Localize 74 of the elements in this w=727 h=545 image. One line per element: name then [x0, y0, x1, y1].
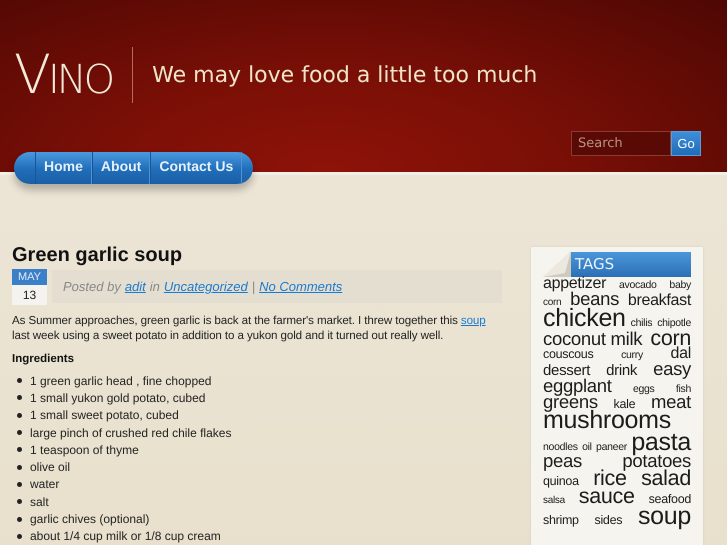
tag-link[interactable]: eggs: [632, 385, 655, 394]
page-curl-icon: [543, 251, 571, 277]
nav-link[interactable]: Home: [35, 152, 92, 184]
tag-link[interactable]: soup: [638, 506, 691, 528]
tag-link[interactable]: dal: [670, 347, 691, 362]
tag-link[interactable]: paneer: [596, 442, 627, 452]
intro-paragraph: As Summer approaches, green garlic is back at the farmer's market. I threw together this soup last week using a sweet potato in addition to a yukon gold and it turned out really well.: [12, 313, 487, 343]
bullet-icon: [17, 430, 22, 436]
nav-link[interactable]: Contact Us: [150, 152, 242, 184]
date-month: MAY: [12, 269, 47, 285]
meta-text: in: [150, 279, 160, 294]
tag-link[interactable]: peas: [543, 453, 582, 469]
ingredient-item: large pinch of crushed red chile flakes: [30, 426, 232, 440]
tag-link[interactable]: fish: [676, 385, 691, 394]
tag-link[interactable]: salad: [641, 468, 691, 488]
bullet-icon: [17, 447, 22, 452]
bullet-icon: [17, 516, 22, 522]
tag-link[interactable]: coconut milk: [543, 331, 642, 347]
ingredient-item: salt: [30, 494, 49, 509]
tag-link[interactable]: appetizer: [543, 277, 606, 291]
meta-text: Posted by: [63, 279, 121, 294]
tag-link[interactable]: corn: [543, 298, 562, 308]
tag-link[interactable]: mushrooms: [543, 410, 671, 432]
ingredient-item: 1 small yukon gold potato, cubed: [30, 390, 206, 405]
tag-link[interactable]: corn: [650, 329, 691, 348]
tag-link[interactable]: curry: [621, 351, 643, 360]
tag-link[interactable]: easy: [653, 361, 691, 378]
site-tagline: We may love food a little too much: [151, 62, 538, 88]
bullet-icon: [17, 534, 22, 539]
tag-link[interactable]: dessert: [543, 365, 590, 378]
date-day: 13: [12, 285, 47, 305]
bullet-icon: [17, 482, 22, 487]
tag-link[interactable]: shrimp: [543, 515, 579, 526]
widget-title: TAGS: [571, 252, 691, 277]
meta-separator: |: [252, 279, 256, 294]
nav-link[interactable]: About: [92, 152, 150, 184]
tag-link[interactable]: sides: [594, 515, 622, 526]
tag-link[interactable]: quinoa: [543, 476, 579, 487]
tag-link[interactable]: meat: [651, 394, 691, 410]
ingredient-item: 1 green garlic head , fine chopped: [30, 374, 212, 388]
tag-link[interactable]: breakfast: [628, 294, 691, 308]
tag-link[interactable]: chilis: [630, 318, 652, 328]
go-button[interactable]: Go: [671, 131, 701, 156]
bullet-icon: [17, 464, 22, 470]
ingredient-item: garlic chives (optional): [30, 512, 150, 526]
ingredient-item: water: [30, 477, 60, 492]
tag-link[interactable]: salsa: [543, 497, 565, 506]
ingredient-item: 1 small sweet potato, cubed: [30, 408, 179, 422]
tag-link[interactable]: beans: [570, 290, 620, 307]
bullet-icon: [17, 378, 22, 384]
search-field[interactable]: Search: [571, 131, 671, 156]
tag-link[interactable]: drink: [606, 365, 638, 378]
ingredient-item: olive oil: [30, 460, 70, 474]
tag-link[interactable]: pasta: [631, 432, 691, 454]
site-logo[interactable]: VINO: [14, 47, 134, 103]
tag-link[interactable]: chipotle: [657, 318, 691, 328]
post-title[interactable]: Green garlic soup: [12, 243, 182, 267]
tag-link[interactable]: eggplant: [543, 378, 612, 394]
tag-link[interactable]: rice: [593, 468, 627, 488]
bullet-icon: [17, 499, 22, 504]
ingredient-item: about 1/4 cup milk or 1/8 cup cream: [30, 529, 221, 544]
bullet-icon: [17, 395, 22, 400]
tag-link[interactable]: sauce: [578, 487, 635, 506]
tag-link[interactable]: avocado: [618, 281, 657, 290]
tag-link[interactable]: kale: [614, 399, 636, 410]
bullet-icon: [17, 412, 22, 418]
tag-link[interactable]: noodles: [543, 442, 578, 452]
ingredients-heading: Ingredients: [12, 353, 74, 365]
tag-link[interactable]: chicken: [543, 308, 626, 329]
ingredient-item: 1 teaspoon of thyme: [30, 442, 139, 457]
tag-link[interactable]: couscous: [543, 349, 594, 360]
tag-link[interactable]: oil: [582, 442, 592, 452]
tag-link[interactable]: baby: [669, 281, 691, 290]
tag-link[interactable]: seafood: [648, 494, 691, 506]
